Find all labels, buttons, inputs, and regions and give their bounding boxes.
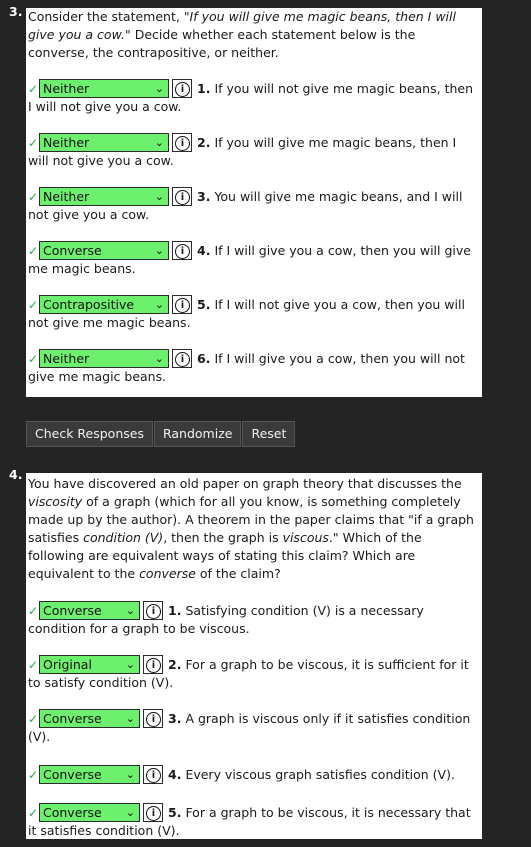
question-3-intro: Consider the statement, "If you will giv… (28, 9, 456, 60)
question-item: ✓ Neither ⌄ i 1. If you will not give me mag… (28, 79, 474, 114)
chevron-down-icon: ⌄ (154, 136, 164, 149)
question-number: 4. (9, 467, 23, 482)
checkmark-icon: ✓ (28, 806, 39, 820)
info-button[interactable]: i (172, 187, 192, 206)
info-icon: i (175, 190, 190, 205)
question-item: ✓ Converse ⌄ i 3. A graph is viscous only if… (28, 709, 471, 744)
info-icon: i (146, 806, 161, 821)
checkmark-icon: ✓ (28, 82, 39, 96)
chevron-down-icon: ⌄ (125, 712, 135, 725)
checkmark-icon: ✓ (28, 768, 39, 782)
info-button[interactable]: i (143, 709, 163, 728)
info-icon: i (146, 768, 161, 783)
chevron-down-icon: ⌄ (154, 190, 164, 203)
question-item: ✓ Neither ⌄ i 6. If I will give you a cow, t… (28, 349, 465, 384)
answer-select[interactable]: Original ⌄ (39, 655, 140, 674)
answer-select[interactable]: Neither ⌄ (39, 349, 169, 368)
checkmark-icon: ✓ (28, 712, 39, 726)
info-icon: i (175, 82, 190, 97)
answer-select[interactable]: Converse ⌄ (39, 241, 169, 260)
answer-select[interactable]: Converse ⌄ (39, 803, 140, 822)
info-icon: i (146, 604, 161, 619)
question-item: ✓ Converse ⌄ i 4. If I will give you a cow, … (28, 241, 471, 276)
info-button[interactable]: i (172, 241, 192, 260)
chevron-down-icon: ⌄ (154, 352, 164, 365)
question-item: ✓ Neither ⌄ i 3. You will give me magic bean… (28, 187, 463, 222)
checkmark-icon: ✓ (28, 604, 39, 618)
answer-select[interactable]: Neither ⌄ (39, 133, 169, 152)
info-icon: i (146, 712, 161, 727)
info-button[interactable]: i (172, 133, 192, 152)
answer-select[interactable]: Contrapositive ⌄ (39, 295, 169, 314)
answer-select[interactable]: Converse ⌄ (39, 709, 140, 728)
info-button[interactable]: i (143, 803, 163, 822)
button-bar: Check Responses Randomize Reset (26, 421, 296, 447)
question-item: ✓ Converse ⌄ i 1. Satisfying condition (V) i… (28, 601, 424, 636)
question-item: ✓ Neither ⌄ i 2. If you will give me magic b… (28, 133, 457, 168)
checkmark-icon: ✓ (28, 190, 39, 204)
info-button[interactable]: i (172, 79, 192, 98)
question-4-card: You have discovered an old paper on grap… (26, 473, 482, 839)
question-number: 3. (9, 4, 23, 19)
chevron-down-icon: ⌄ (154, 244, 164, 257)
randomize-button[interactable]: Randomize (153, 421, 242, 447)
info-icon: i (175, 352, 190, 367)
question-item: ✓ Converse ⌄ i 5. For a graph to be viscous,… (28, 803, 471, 838)
chevron-down-icon: ⌄ (125, 658, 135, 671)
question-4-intro: You have discovered an old paper on grap… (28, 476, 474, 581)
question-3-card: Consider the statement, "If you will giv… (26, 8, 482, 397)
chevron-down-icon: ⌄ (154, 82, 164, 95)
question-item: ✓ Contrapositive ⌄ i 5. If I will not give y… (28, 295, 465, 330)
chevron-down-icon: ⌄ (154, 298, 164, 311)
info-button[interactable]: i (172, 349, 192, 368)
info-button[interactable]: i (143, 601, 163, 620)
info-icon: i (175, 298, 190, 313)
answer-select[interactable]: Neither ⌄ (39, 79, 169, 98)
chevron-down-icon: ⌄ (125, 768, 135, 781)
info-button[interactable]: i (143, 765, 163, 784)
question-item: ✓ Converse ⌄ i 4. Every viscous graph satisf… (28, 765, 455, 784)
check-responses-button[interactable]: Check Responses (26, 421, 153, 447)
info-button[interactable]: i (143, 655, 163, 674)
chevron-down-icon: ⌄ (125, 806, 135, 819)
question-item: ✓ Original ⌄ i 2. For a graph to be viscous,… (28, 655, 469, 690)
answer-select[interactable]: Converse ⌄ (39, 765, 140, 784)
info-icon: i (175, 136, 190, 151)
checkmark-icon: ✓ (28, 352, 39, 366)
checkmark-icon: ✓ (28, 244, 39, 258)
checkmark-icon: ✓ (28, 298, 39, 312)
checkmark-icon: ✓ (28, 658, 39, 672)
reset-button[interactable]: Reset (242, 421, 296, 447)
checkmark-icon: ✓ (28, 136, 39, 150)
info-icon: i (175, 244, 190, 259)
info-button[interactable]: i (172, 295, 192, 314)
chevron-down-icon: ⌄ (125, 604, 135, 617)
info-icon: i (146, 658, 161, 673)
item-text: Every viscous graph satisfies condition … (185, 767, 455, 782)
answer-select[interactable]: Neither ⌄ (39, 187, 169, 206)
answer-select[interactable]: Converse ⌄ (39, 601, 140, 620)
